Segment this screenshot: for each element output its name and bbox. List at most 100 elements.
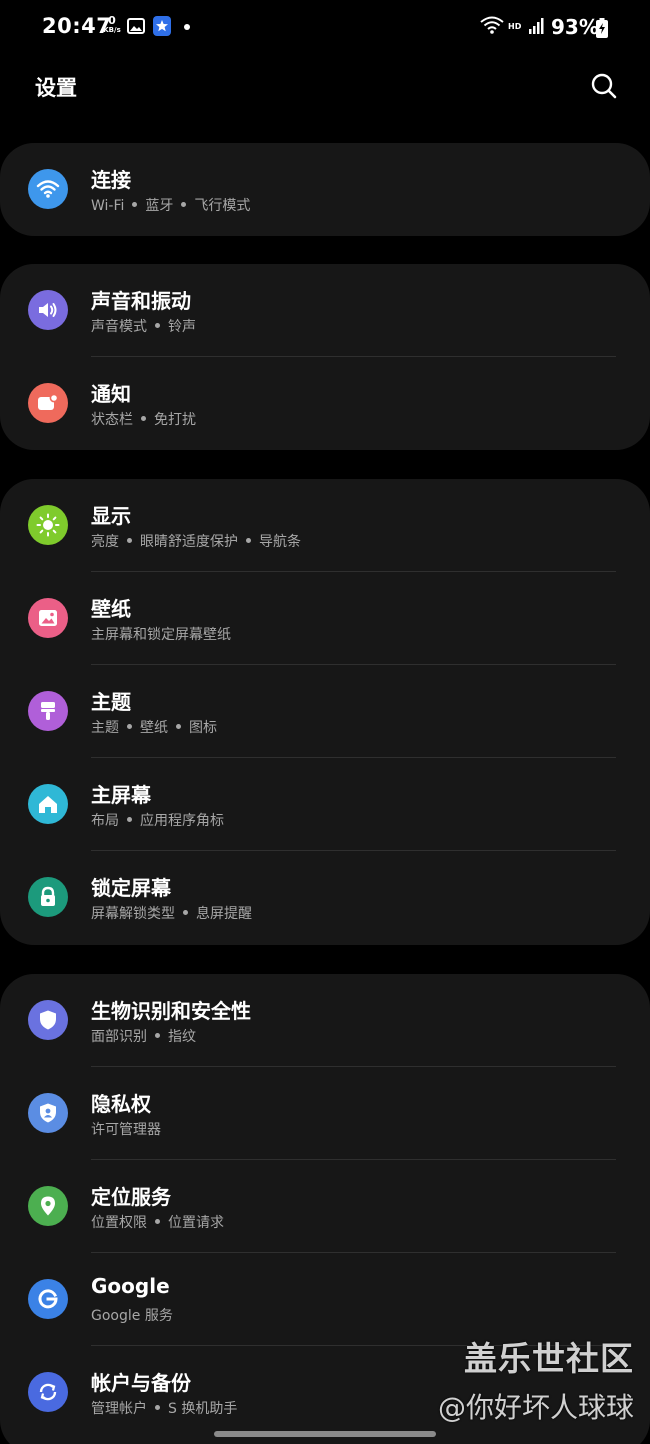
subtitle-part: 指纹 — [168, 1029, 196, 1045]
settings-item-connections[interactable]: 连接 Wi-Fi 蓝牙 飞行模式 — [0, 143, 650, 236]
subtitle-part: 声音模式 — [91, 319, 147, 335]
separator-dot — [246, 537, 251, 543]
settings-item-subtitle: Google 服务 — [91, 1305, 173, 1325]
location-pin-icon — [28, 1186, 68, 1226]
settings-item-title: 锁定屏幕 — [91, 876, 171, 900]
settings-item-title: 壁纸 — [91, 597, 131, 621]
notification-icon — [28, 383, 68, 423]
settings-item-wallpaper[interactable]: 壁纸 主屏幕和锁定屏幕壁纸 — [0, 572, 650, 665]
settings-item-title: 隐私权 — [91, 1092, 151, 1116]
subtitle-part: 布局 — [91, 813, 119, 829]
subtitle-part: 图标 — [189, 720, 217, 736]
subtitle-part: 屏幕解锁类型 — [91, 906, 175, 922]
separator-dot — [176, 723, 181, 729]
settings-item-title: Google — [91, 1274, 170, 1298]
subtitle-part: S 换机助手 — [168, 1401, 238, 1417]
settings-item-title: 生物识别和安全性 — [91, 999, 251, 1023]
settings-item-subtitle: 面部识别 指纹 — [91, 1026, 196, 1046]
sun-icon — [28, 505, 68, 545]
subtitle-part: 位置权限 — [91, 1215, 147, 1231]
subtitle-part: 蓝牙 — [145, 198, 174, 214]
gallery-notification-icon — [127, 18, 145, 38]
separator-dot — [127, 723, 132, 729]
paintbrush-icon — [28, 691, 68, 731]
subtitle-part: Wi-Fi — [91, 198, 125, 214]
settings-item-subtitle: 管理帐户 S 换机助手 — [91, 1398, 237, 1418]
subtitle-part: 铃声 — [168, 319, 196, 335]
search-icon — [591, 73, 617, 99]
settings-item-title: 主屏幕 — [91, 783, 151, 807]
shield-icon — [28, 1000, 68, 1040]
subtitle-part: 息屏提醒 — [196, 906, 252, 922]
battery-percent: 93% — [551, 15, 599, 39]
settings-item-subtitle: 主屏幕和锁定屏幕壁纸 — [91, 624, 231, 644]
separator-dot — [155, 1032, 160, 1038]
subtitle-part: 许可管理器 — [91, 1122, 161, 1138]
subtitle-part: 免打扰 — [154, 412, 196, 428]
settings-item-title: 显示 — [91, 504, 131, 528]
network-speed-value: 0 — [108, 14, 116, 27]
google-icon — [28, 1279, 68, 1319]
settings-item-subtitle: 主题 壁纸 图标 — [91, 717, 217, 737]
subtitle-part: 位置请求 — [168, 1215, 224, 1231]
page-title: 设置 — [35, 76, 77, 100]
settings-item-subtitle: Wi-Fi 蓝牙 飞行模式 — [91, 195, 250, 215]
separator-dot — [127, 537, 132, 543]
separator-dot — [127, 816, 132, 822]
subtitle-part: 飞行模式 — [194, 198, 251, 214]
settings-item-display[interactable]: 显示 亮度 眼睛舒适度保护 导航条 — [0, 479, 650, 572]
more-notifications-dot-icon — [184, 24, 190, 30]
separator-dot — [181, 201, 187, 207]
subtitle-part: 眼睛舒适度保护 — [140, 534, 238, 550]
sync-icon — [28, 1372, 68, 1412]
privacy-shield-icon — [28, 1093, 68, 1133]
settings-item-title: 定位服务 — [91, 1185, 171, 1209]
home-icon — [28, 784, 68, 824]
watermark-title: 盖乐世社区 — [464, 1339, 634, 1378]
signal-strength-icon — [528, 17, 546, 39]
lock-icon — [28, 877, 68, 917]
settings-item-lock-screen[interactable]: 锁定屏幕 屏幕解锁类型 息屏提醒 — [0, 851, 650, 944]
subtitle-part: Google 服务 — [91, 1308, 173, 1324]
settings-item-subtitle: 亮度 眼睛舒适度保护 导航条 — [91, 531, 301, 551]
separator-dot — [155, 1404, 160, 1410]
settings-item-subtitle: 位置权限 位置请求 — [91, 1212, 224, 1232]
separator-dot — [132, 201, 138, 207]
settings-item-location[interactable]: 定位服务 位置权限 位置请求 — [0, 1160, 650, 1253]
settings-item-title: 声音和振动 — [91, 289, 191, 313]
separator-dot — [183, 909, 188, 915]
separator-dot — [155, 1218, 160, 1224]
settings-item-subtitle: 状态栏 免打扰 — [91, 409, 196, 429]
settings-group-sound-notifications: 声音和振动 声音模式 铃声 通知 状态栏 免打扰 — [0, 264, 650, 450]
gesture-navigation-handle[interactable] — [214, 1431, 436, 1437]
subtitle-part: 状态栏 — [91, 412, 133, 428]
settings-item-title: 连接 — [91, 168, 131, 192]
separator-dot — [141, 415, 146, 421]
settings-item-subtitle: 声音模式 铃声 — [91, 316, 196, 336]
search-button[interactable] — [586, 68, 622, 104]
settings-item-privacy[interactable]: 隐私权 许可管理器 — [0, 1067, 650, 1160]
network-speed-unit: KB/s — [103, 26, 121, 34]
network-type: HD — [508, 22, 522, 31]
subtitle-part: 导航条 — [259, 534, 301, 550]
battery-charging-icon — [596, 18, 608, 42]
settings-item-title: 帐户与备份 — [91, 1371, 191, 1395]
watermark-author: @你好坏人球球 — [437, 1391, 634, 1424]
settings-item-title: 通知 — [91, 382, 131, 406]
settings-item-biometrics[interactable]: 生物识别和安全性 面部识别 指纹 — [0, 974, 650, 1067]
watermark: 盖乐世社区 @你好坏人球球 — [438, 1332, 634, 1426]
app-notification-icon — [153, 16, 171, 40]
subtitle-part: 管理帐户 — [91, 1401, 147, 1417]
settings-item-home-screen[interactable]: 主屏幕 布局 应用程序角标 — [0, 758, 650, 851]
settings-item-subtitle: 布局 应用程序角标 — [91, 810, 224, 830]
settings-item-notifications[interactable]: 通知 状态栏 免打扰 — [0, 357, 650, 450]
settings-item-subtitle: 屏幕解锁类型 息屏提醒 — [91, 903, 252, 923]
settings-group-display: 显示 亮度 眼睛舒适度保护 导航条 壁纸 主屏幕和锁定屏幕壁纸 主题 主题 壁纸 图标 … — [0, 479, 650, 945]
settings-group-connections: 连接 Wi-Fi 蓝牙 飞行模式 — [0, 143, 650, 236]
status-bar: 20:47 0 KB/s HD 93% — [0, 0, 650, 56]
wifi-status-icon — [480, 16, 504, 38]
settings-item-sounds[interactable]: 声音和振动 声音模式 铃声 — [0, 264, 650, 357]
subtitle-part: 应用程序角标 — [140, 813, 224, 829]
settings-item-themes[interactable]: 主题 主题 壁纸 图标 — [0, 665, 650, 758]
subtitle-part: 主题 — [91, 720, 119, 736]
